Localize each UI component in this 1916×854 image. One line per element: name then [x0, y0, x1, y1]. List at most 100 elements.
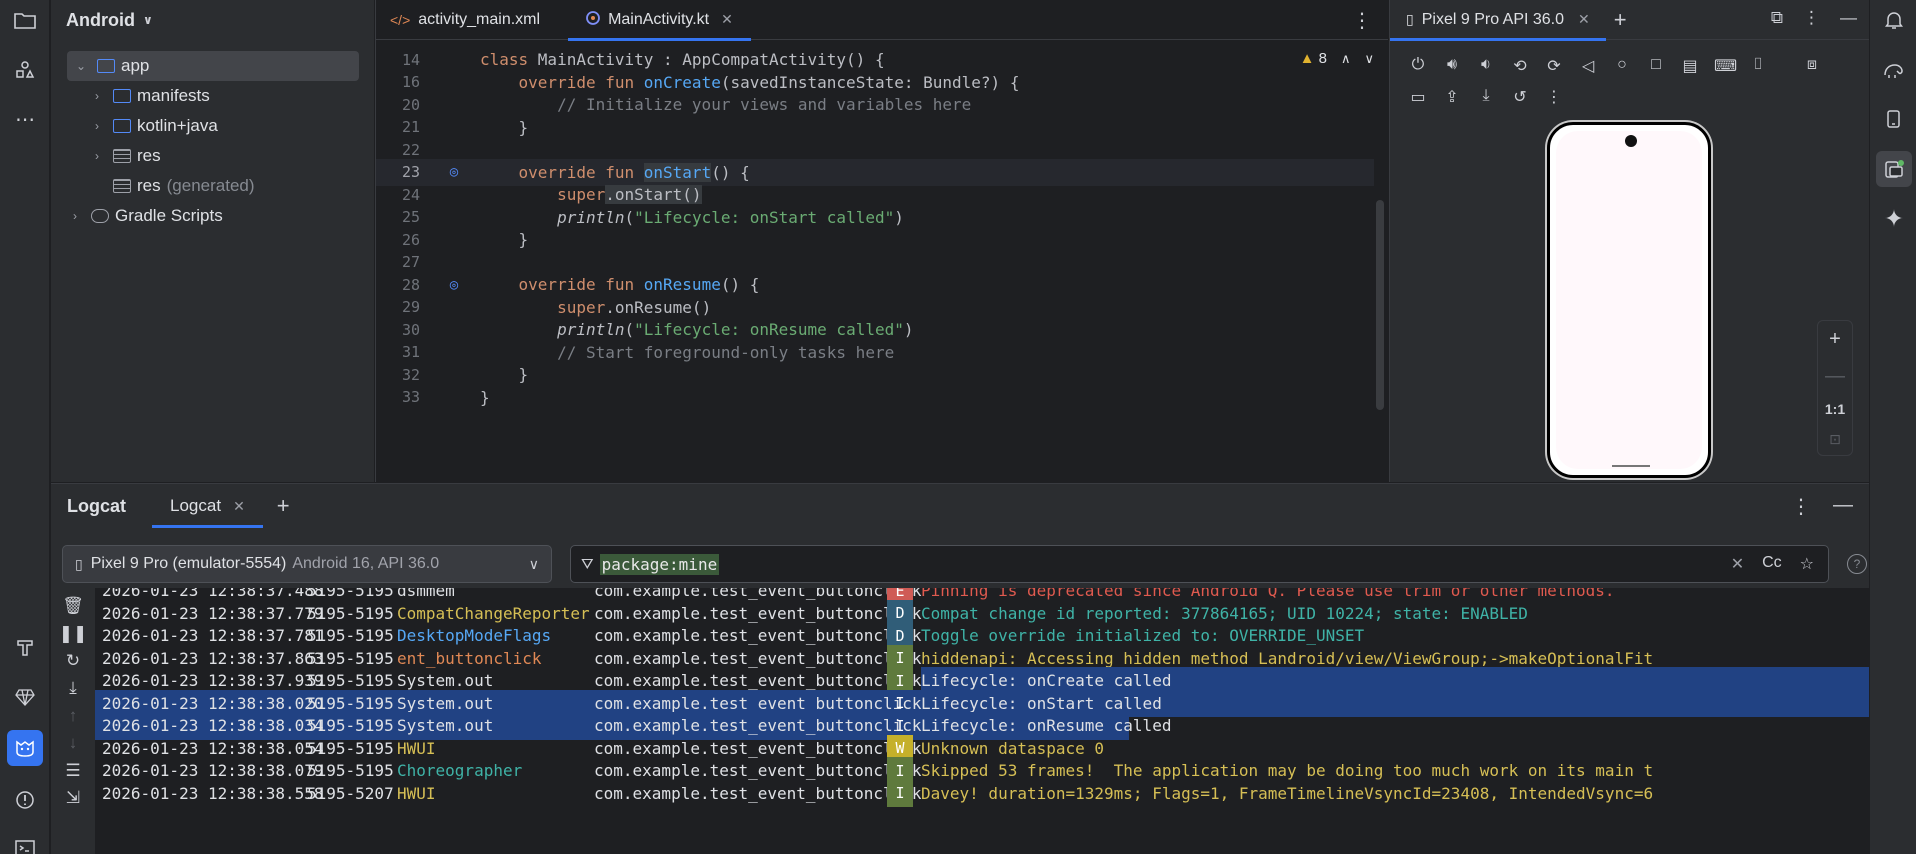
line-number: 31 [401, 343, 420, 362]
chevron-right-icon: › [95, 89, 99, 103]
tab-activity-main-xml[interactable]: </> activity_main.xml [376, 0, 558, 40]
scroll-to-end-icon[interactable]: ⤓ [61, 676, 85, 700]
trash-icon[interactable]: 🗑︎ [61, 594, 85, 618]
tree-item-res-generated[interactable]: res (generated) [105, 171, 255, 201]
logcat-tab-bar: Logcat Logcat ✕ + ⋮ — [51, 484, 1869, 528]
line-number: 32 [401, 365, 420, 384]
gem-icon[interactable] [7, 679, 43, 715]
close-icon[interactable]: ✕ [233, 498, 245, 515]
log-pid: 5195-5207 [307, 783, 394, 803]
log-package: com.example.test_event_buttonclick [594, 761, 922, 781]
override-marker-icon[interactable]: ◎ [428, 277, 480, 293]
logcat-filter[interactable]: ⛛ package:mine ✕ Cc ☆ [570, 545, 1829, 583]
more-tools-icon[interactable]: ⋯ [7, 101, 43, 137]
pause-icon[interactable]: ❚❚ [59, 622, 88, 646]
zoom-actual-size[interactable]: 1:1 [1825, 401, 1845, 417]
code-area[interactable]: 14 class MainActivity : AppCompatActivit… [376, 46, 1388, 482]
tree-item-app[interactable]: ⌄ app [67, 51, 359, 81]
log-pid: 5195-5195 [307, 761, 394, 781]
tab-pixel-9-pro[interactable]: ▯ Pixel 9 Pro API 36.0 ✕ [1390, 0, 1606, 41]
filter-icon[interactable]: ⛛ [581, 556, 594, 573]
override-marker-icon[interactable]: ◎ [428, 164, 480, 180]
editor-scrollbar[interactable] [1376, 200, 1384, 410]
tree-item-res[interactable]: › res [89, 141, 161, 171]
more-vertical-icon[interactable]: ⋮ [1544, 87, 1564, 107]
code-token: (savedInstanceState: Bundle?) { [720, 72, 1020, 92]
code-token: onStart [643, 162, 712, 182]
star-icon[interactable]: ☆ [1800, 554, 1814, 574]
volume-up-icon[interactable]: 🔊︎ [1442, 56, 1462, 76]
chevron-down-icon: ∨ [528, 555, 539, 572]
restart-icon[interactable]: ↻ [61, 649, 85, 673]
gradle-elephant-icon[interactable] [1876, 52, 1912, 88]
filter-input[interactable]: package:mine [599, 553, 720, 575]
tree-item-manifests[interactable]: › manifests [89, 81, 210, 111]
add-device-icon[interactable]: + [1614, 7, 1627, 33]
tab-logcat[interactable]: Logcat ✕ [152, 484, 263, 528]
soft-wrap-icon[interactable]: ☰ [61, 759, 85, 783]
project-folder-icon[interactable] [7, 2, 43, 38]
log-level-badge: I [887, 779, 913, 807]
screen-record-icon[interactable]: ▭ [1408, 87, 1428, 107]
device-settings-icon[interactable]: ▤ [1680, 56, 1700, 76]
snapshot-icon[interactable]: ↺ [1510, 87, 1530, 107]
fit-screen-icon[interactable]: ⊡ [1829, 431, 1841, 448]
app-screen[interactable] [1556, 131, 1702, 469]
logcat-icon[interactable] [7, 730, 43, 766]
collapse-icon[interactable]: ⇲ [61, 786, 85, 810]
log-pid: 5195-5195 [307, 626, 394, 646]
minimize-icon[interactable]: — [1840, 8, 1857, 28]
device-manager-icon[interactable] [1876, 101, 1912, 137]
log-area[interactable]: 2026-01-23 12:38:37.488 5195-5195 dsmmem co… [95, 588, 1869, 854]
back-icon[interactable]: ◁ [1578, 56, 1598, 76]
more-vertical-icon[interactable]: ⋮ [1803, 8, 1820, 28]
clear-icon[interactable]: ✕ [1731, 554, 1744, 574]
log-row[interactable]: 2026-01-23 12:38:38.558 5195-5207 HWUI com.… [95, 779, 1869, 807]
more-vertical-icon[interactable]: ⋮ [1352, 8, 1372, 33]
log-package: com.example.test_event_buttonclick [594, 588, 922, 601]
tree-item-label: Gradle Scripts [115, 206, 223, 225]
tree-item-kotlin-java[interactable]: › kotlin+java [89, 111, 218, 141]
close-icon[interactable]: ✕ [1578, 11, 1590, 28]
device-toolbar-row-2: ▭ ⇪ ⤓ ↺ ⋮ [1408, 87, 1564, 107]
log-tag: CompatChangeReporter [397, 603, 590, 623]
rotate-left-icon[interactable]: ⟲ [1510, 56, 1530, 76]
tree-item-gradle-scripts[interactable]: › Gradle Scripts [67, 201, 223, 231]
keyboard-icon[interactable]: ⌨ [1714, 56, 1737, 76]
log-pid: 5195-5195 [307, 603, 394, 623]
upload-icon[interactable]: ⇪ [1442, 87, 1462, 107]
arrow-down-icon[interactable]: ↓ [61, 731, 85, 755]
more-vertical-icon[interactable]: ⋮ [1791, 494, 1811, 519]
close-icon[interactable]: ✕ [721, 11, 733, 28]
problems-icon[interactable] [7, 782, 43, 818]
notifications-icon[interactable] [1876, 2, 1912, 38]
gemini-sparkle-icon[interactable] [1876, 200, 1912, 236]
device-selector[interactable]: ▯ Pixel 9 Pro (emulator-5554) Android 16… [62, 545, 552, 583]
minimize-icon[interactable]: — [1833, 494, 1853, 519]
tab-mainactivity-kt[interactable]: MainActivity.kt ✕ [568, 0, 751, 41]
power-icon[interactable]: ⏻ [1408, 56, 1428, 76]
rotate-right-icon[interactable]: ⟳ [1544, 56, 1564, 76]
volume-down-icon[interactable]: 🔉︎ [1476, 56, 1496, 76]
extended-controls-icon[interactable]: ⧈ [1802, 56, 1822, 76]
running-devices-icon[interactable] [1876, 151, 1912, 187]
home-icon[interactable]: ○ [1612, 56, 1632, 76]
resource-manager-icon[interactable] [7, 52, 43, 88]
overview-icon[interactable]: □ [1646, 56, 1666, 76]
device-api: Android 16, API 36.0 [292, 555, 440, 572]
download-icon[interactable]: ⤓ [1476, 87, 1496, 107]
project-view-selector[interactable]: Android ∨ [51, 0, 374, 40]
device-screen[interactable] [1547, 122, 1711, 478]
zoom-in-icon[interactable]: + [1829, 328, 1841, 351]
zoom-out-icon[interactable]: — [1825, 365, 1845, 388]
line-number: 25 [401, 208, 420, 227]
add-tab-icon[interactable]: + [277, 493, 290, 519]
help-icon[interactable]: ? [1847, 554, 1867, 574]
terminal-icon[interactable] [7, 830, 43, 854]
match-case-toggle[interactable]: Cc [1762, 554, 1782, 574]
open-external-icon[interactable]: ⧉ [1771, 8, 1783, 28]
code-token: class [480, 50, 538, 70]
screenshot-icon[interactable]: ⌷ [1748, 56, 1768, 76]
build-icon[interactable] [7, 630, 43, 666]
arrow-up-icon[interactable]: ↑ [61, 704, 85, 728]
